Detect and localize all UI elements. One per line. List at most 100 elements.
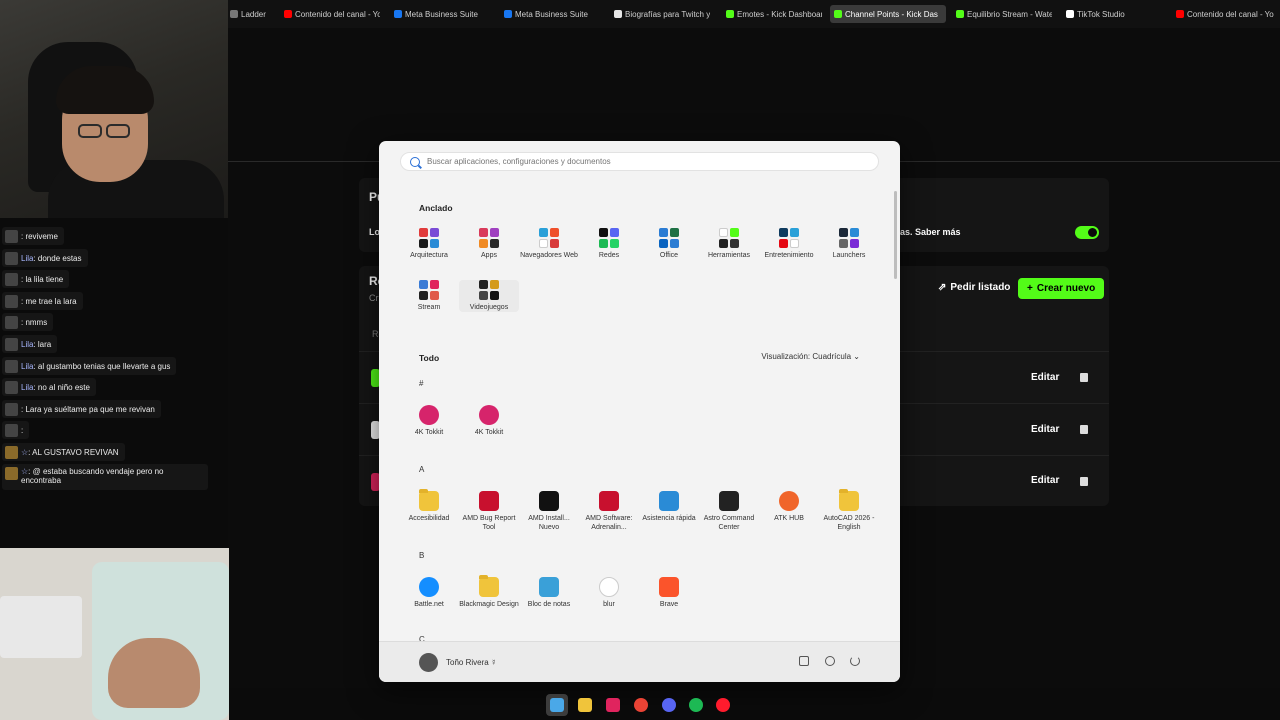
tab-label: Equilibrio Stream - Wate [967,9,1052,19]
tab-label: Contenido del canal - Yo [295,9,380,19]
app-amd-software-adrenalin-[interactable]: AMD Software: Adrenalin... [579,491,639,532]
chat-body: : AL GUSTAVO REVIVAN [28,447,119,457]
tab-favicon [1066,10,1074,18]
chat-message: : Lara ya suéltame pa que me revivan [2,400,161,418]
browser-tab[interactable]: Channel Points - Kick Das [830,5,946,23]
app-label: Blackmagic Design [459,601,519,608]
app-amd-install-nuevo[interactable]: AMD Install... Nuevo [519,491,579,532]
pinned-label: Navegadores Web [520,252,578,259]
pinned-folder-redes[interactable]: Redes [579,228,639,260]
pinned-label: Arquitectura [410,252,448,259]
pinned-folder-navegadores-web[interactable]: Navegadores Web [519,228,579,260]
chat-message: ☆: @ estaba buscando vendaje pero no enc… [2,464,208,490]
opera-icon[interactable] [712,694,734,716]
chat-text: Lila: donde estas [21,254,82,263]
browser-tab[interactable]: Ladder [226,5,276,23]
documents-icon[interactable] [799,656,809,666]
pinned-folder-launchers[interactable]: Launchers [819,228,879,260]
edit-button[interactable]: Editar [1031,475,1059,486]
app-label: Brave [659,601,679,608]
browser-tab[interactable]: Biografías para Twitch y [610,5,710,23]
pinned-folder-arquitectura[interactable]: Arquitectura [399,228,459,260]
group-letter[interactable]: A [419,465,424,474]
trash-icon[interactable] [1080,425,1088,434]
browser-tab[interactable]: TikTok Studio [1062,5,1162,23]
app-label: 4K Tokkit [414,429,444,436]
keyboard [0,596,82,658]
chrome-icon[interactable] [630,694,652,716]
browser-tab[interactable]: Equilibrio Stream - Wate [952,5,1052,23]
app-accesibilidad[interactable]: Accesibilidad [399,489,459,523]
browser-tab[interactable]: Contenido del canal - Yo [1172,5,1280,23]
scrollbar[interactable] [894,191,897,279]
request-list-button[interactable]: ⇗ Pedir listado [938,282,1010,293]
file-explorer-icon[interactable] [574,694,596,716]
pinned-folder-videojuegos[interactable]: Videojuegos [459,280,519,312]
chat-avatar [5,337,18,351]
app-astro-command-center[interactable]: Astro Command Center [699,491,759,532]
group-letter[interactable]: # [419,379,423,388]
app-amd-bug-report-tool[interactable]: AMD Bug Report Tool [459,491,519,532]
chat-username: Lila [21,253,34,263]
tab-label: Channel Points - Kick Das [845,9,938,19]
app-label: AMD Software: Adrenalin... [585,515,633,531]
taskbar [0,690,1280,720]
taskbar-glyph [634,698,648,712]
webcam-overlay [0,0,228,218]
chat-avatar [5,380,18,394]
app-brave[interactable]: Brave [639,577,699,609]
pinned-folder-stream[interactable]: Stream [399,280,459,312]
glasses [78,124,102,138]
user-avatar[interactable] [419,653,438,672]
browser-tab[interactable]: Contenido del canal - Yo [280,5,380,23]
pinned-folder-entretenimiento[interactable]: Entretenimiento [759,228,819,260]
browser-tab[interactable]: Meta Business Suite [500,5,600,23]
group-letter[interactable]: B [419,551,424,560]
amd-icon [599,491,619,511]
app-blur[interactable]: blur [579,577,639,609]
app-autocad-2026-english[interactable]: AutoCAD 2026 - English [819,489,879,532]
chat-username: Lila [21,339,34,349]
pinned-label: Herramientas [707,252,750,259]
chat-avatar [5,445,18,459]
pinned-folder-apps[interactable]: Apps [459,228,519,260]
chat-username: Lila [21,361,34,371]
trash-icon[interactable] [1080,373,1088,382]
enable-toggle[interactable] [1075,226,1099,239]
chevron-down-icon: ⌄ [853,352,860,361]
folder-group-icon [839,228,859,248]
app-battle-net[interactable]: Battle.net [399,577,459,609]
discord-icon[interactable] [658,694,680,716]
create-new-button[interactable]: + Crear nuevo [1018,278,1105,299]
chat-body: : [21,425,24,435]
search-input[interactable] [427,157,867,166]
pinned-folder-office[interactable]: Office [639,228,699,260]
app-atk-hub[interactable]: ATK HUB [759,491,819,523]
chat-text: : nmms [21,318,47,327]
edit-button[interactable]: Editar [1031,424,1059,435]
start-search-box[interactable] [400,152,879,171]
chat-body: : al gustambo tenias que llevarte a gus [33,361,171,371]
browser-tab[interactable]: Meta Business Suite [390,5,490,23]
trash-icon[interactable] [1080,477,1088,486]
amd-icon [479,491,499,511]
pinned-title: Anclado [419,203,453,213]
browser-tab[interactable]: Emotes - Kick Dashboar [722,5,822,23]
view-mode-dropdown[interactable]: Visualización: Cuadrícula ⌄ [761,352,860,361]
chat-text: : [21,426,23,435]
app-4k-tokkit[interactable]: 4K Tokkit [459,405,519,437]
chat-avatar [5,423,18,437]
app-asistencia-r-pida[interactable]: Asistencia rápida [639,491,699,523]
app-bloc-de-notas[interactable]: Bloc de notas [519,577,579,609]
learn-more-link[interactable]: as. Saber más [900,227,961,237]
stream-app-icon[interactable] [602,694,624,716]
power-icon[interactable] [850,656,860,666]
settings-icon[interactable] [825,656,835,666]
user-name[interactable]: Toño Rivera ☿ [446,658,497,667]
windows-start-icon[interactable] [546,694,568,716]
app-blackmagic-design[interactable]: Blackmagic Design [459,575,519,609]
app-4k-tokkit[interactable]: 4K Tokkit [399,405,459,437]
pinned-folder-herramientas[interactable]: Herramientas [699,228,759,260]
spotify-icon[interactable] [685,694,707,716]
edit-button[interactable]: Editar [1031,372,1059,383]
